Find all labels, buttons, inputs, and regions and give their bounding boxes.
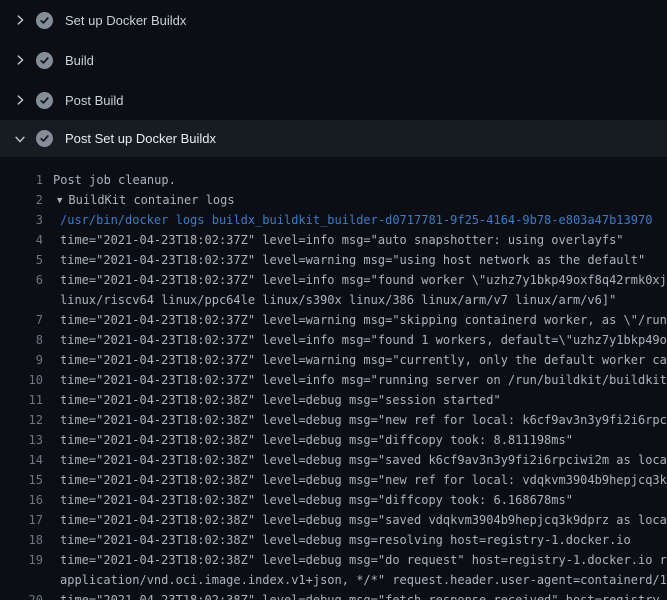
- line-text: time="2021-04-23T18:02:37Z" level=info m…: [60, 330, 667, 350]
- chevron-icon[interactable]: [12, 12, 28, 28]
- line-text: linux/riscv64 linux/ppc64le linux/s390x …: [60, 290, 616, 310]
- check-circle-icon: [36, 12, 53, 29]
- line-text: ▼BuildKit container logs: [57, 190, 235, 210]
- log-line: 8 time="2021-04-23T18:02:37Z" level=info…: [0, 330, 667, 350]
- log-line[interactable]: 2 ▼BuildKit container logs: [0, 190, 667, 210]
- line-number[interactable]: 7: [0, 310, 43, 330]
- log-line: 11 time="2021-04-23T18:02:38Z" level=deb…: [0, 390, 667, 410]
- line-number[interactable]: 17: [0, 510, 43, 530]
- log-area: 1 Post job cleanup. 2 ▼BuildKit containe…: [0, 157, 667, 600]
- line-text: time="2021-04-23T18:02:38Z" level=debug …: [60, 470, 667, 490]
- step-label: Set up Docker Buildx: [65, 14, 186, 27]
- chevron-icon[interactable]: [12, 52, 28, 68]
- log-line: 14 time="2021-04-23T18:02:38Z" level=deb…: [0, 450, 667, 470]
- line-number[interactable]: 18: [0, 530, 43, 550]
- line-number[interactable]: 3: [0, 210, 43, 230]
- log-line: 4 time="2021-04-23T18:02:37Z" level=info…: [0, 230, 667, 250]
- line-text: Post job cleanup.: [53, 170, 176, 190]
- chevron-icon[interactable]: [12, 131, 28, 147]
- line-number[interactable]: 13: [0, 430, 43, 450]
- step-label: Build: [65, 54, 94, 67]
- line-text: time="2021-04-23T18:02:38Z" level=debug …: [60, 550, 667, 570]
- log-line: application/vnd.oci.image.index.v1+json,…: [0, 570, 667, 590]
- log-line: 19 time="2021-04-23T18:02:38Z" level=deb…: [0, 550, 667, 570]
- step-row[interactable]: Post Build: [0, 80, 667, 120]
- log-line: 3 /usr/bin/docker logs buildx_buildkit_b…: [0, 210, 667, 230]
- log-line: 12 time="2021-04-23T18:02:38Z" level=deb…: [0, 410, 667, 430]
- line-text: time="2021-04-23T18:02:37Z" level=warnin…: [60, 310, 667, 330]
- step-row[interactable]: Set up Docker Buildx: [0, 0, 667, 40]
- log-line: 18 time="2021-04-23T18:02:38Z" level=deb…: [0, 530, 667, 550]
- line-text: time="2021-04-23T18:02:38Z" level=debug …: [60, 530, 631, 550]
- group-collapse-icon[interactable]: ▼: [57, 191, 62, 210]
- line-number[interactable]: 16: [0, 490, 43, 510]
- actions-log-viewer: Set up Docker Buildx Build Post Buil: [0, 0, 667, 600]
- line-number[interactable]: 5: [0, 250, 43, 270]
- log-line: 13 time="2021-04-23T18:02:38Z" level=deb…: [0, 430, 667, 450]
- line-text: time="2021-04-23T18:02:37Z" level=warnin…: [60, 350, 667, 370]
- line-number[interactable]: 6: [0, 270, 43, 290]
- line-number[interactable]: 9: [0, 350, 43, 370]
- line-number[interactable]: 8: [0, 330, 43, 350]
- log-line: 9 time="2021-04-23T18:02:37Z" level=warn…: [0, 350, 667, 370]
- chevron-icon[interactable]: [12, 92, 28, 108]
- log-line: 17 time="2021-04-23T18:02:38Z" level=deb…: [0, 510, 667, 530]
- log-line: 16 time="2021-04-23T18:02:38Z" level=deb…: [0, 490, 667, 510]
- check-circle-icon: [36, 52, 53, 69]
- log-line: 1 Post job cleanup.: [0, 170, 667, 190]
- line-text: time="2021-04-23T18:02:38Z" level=debug …: [60, 510, 667, 530]
- check-circle-icon: [36, 130, 53, 147]
- log-line: 5 time="2021-04-23T18:02:37Z" level=warn…: [0, 250, 667, 270]
- line-text: /usr/bin/docker logs buildx_buildkit_bui…: [60, 210, 652, 230]
- steps-list: Set up Docker Buildx Build Post Buil: [0, 0, 667, 157]
- line-number[interactable]: [0, 570, 43, 590]
- line-text: time="2021-04-23T18:02:37Z" level=info m…: [60, 270, 667, 290]
- log-line: linux/riscv64 linux/ppc64le linux/s390x …: [0, 290, 667, 310]
- check-circle-icon: [36, 92, 53, 109]
- line-number[interactable]: 14: [0, 450, 43, 470]
- line-text: time="2021-04-23T18:02:38Z" level=debug …: [60, 410, 667, 430]
- log-line: 20 time="2021-04-23T18:02:38Z" level=deb…: [0, 590, 667, 600]
- step-label: Post Build: [65, 94, 124, 107]
- step-row[interactable]: Post Set up Docker Buildx: [0, 120, 667, 157]
- line-number[interactable]: 12: [0, 410, 43, 430]
- line-text: time="2021-04-23T18:02:37Z" level=info m…: [60, 370, 667, 390]
- line-text: time="2021-04-23T18:02:37Z" level=warnin…: [60, 250, 645, 270]
- line-number[interactable]: 4: [0, 230, 43, 250]
- line-number[interactable]: [0, 290, 43, 310]
- line-text: time="2021-04-23T18:02:38Z" level=debug …: [60, 490, 573, 510]
- line-text: time="2021-04-23T18:02:38Z" level=debug …: [60, 430, 573, 450]
- line-number[interactable]: 15: [0, 470, 43, 490]
- line-text: time="2021-04-23T18:02:38Z" level=debug …: [60, 450, 667, 470]
- line-number[interactable]: 11: [0, 390, 43, 410]
- step-label: Post Set up Docker Buildx: [65, 132, 216, 145]
- line-number[interactable]: 10: [0, 370, 43, 390]
- step-row[interactable]: Build: [0, 40, 667, 80]
- log-line: 10 time="2021-04-23T18:02:37Z" level=inf…: [0, 370, 667, 390]
- line-number[interactable]: 19: [0, 550, 43, 570]
- line-text: application/vnd.oci.image.index.v1+json,…: [60, 570, 667, 590]
- line-number[interactable]: 1: [0, 170, 43, 190]
- log-line: 6 time="2021-04-23T18:02:37Z" level=info…: [0, 270, 667, 290]
- line-number[interactable]: 20: [0, 590, 43, 600]
- log-line: 15 time="2021-04-23T18:02:38Z" level=deb…: [0, 470, 667, 490]
- log-line: 7 time="2021-04-23T18:02:37Z" level=warn…: [0, 310, 667, 330]
- line-number[interactable]: 2: [0, 190, 43, 210]
- line-text: time="2021-04-23T18:02:38Z" level=debug …: [60, 390, 501, 410]
- line-text: time="2021-04-23T18:02:37Z" level=info m…: [60, 230, 624, 250]
- line-text: time="2021-04-23T18:02:38Z" level=debug …: [60, 590, 667, 600]
